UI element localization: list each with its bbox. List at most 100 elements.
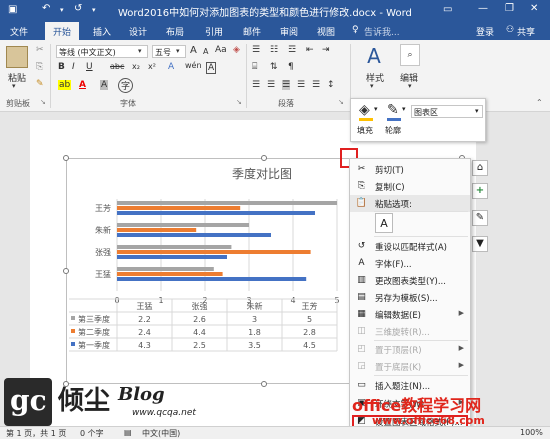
chinese-layout-icon[interactable]: ⌸ <box>252 62 257 72</box>
font-color-button[interactable]: A <box>79 80 86 90</box>
bullets-icon[interactable]: ☰ <box>252 45 260 55</box>
paste-option-keep-text[interactable]: A <box>350 212 470 236</box>
ribbon-display-icon[interactable]: ▭ <box>443 4 452 15</box>
collapse-ribbon-icon[interactable]: ⌃ <box>536 98 543 107</box>
undo-icon[interactable]: ↶ <box>42 3 50 14</box>
paragraph-launcher-icon[interactable]: ↘ <box>338 98 344 106</box>
login-link[interactable]: 登录 <box>476 25 494 38</box>
word-count[interactable]: 0 个字 <box>80 428 104 439</box>
strikethrough-button[interactable]: abc <box>110 62 124 71</box>
paste-keep-text-icon[interactable]: A <box>375 213 393 233</box>
increase-indent-icon[interactable]: ⇥ <box>322 45 330 55</box>
format-painter-icon[interactable]: ✎ <box>36 79 44 89</box>
edit-dropdown-icon[interactable]: ▾ <box>408 82 412 90</box>
close-button[interactable]: ✕ <box>530 3 538 14</box>
fill-dropdown-icon[interactable]: ▾ <box>374 105 378 113</box>
superscript-button[interactable]: x² <box>148 62 156 71</box>
tab-review[interactable]: 审阅 <box>280 25 298 38</box>
resize-handle[interactable] <box>63 155 69 161</box>
enclose-char-button[interactable]: 字 <box>118 78 134 93</box>
undo-dropdown-icon[interactable]: ▾ <box>60 6 64 14</box>
context-menu-item[interactable]: ↺ 重设以匹配样式(A) <box>350 238 470 255</box>
context-menu-item: ◫ 三维旋转(R)... <box>350 323 470 340</box>
italic-button[interactable]: I <box>72 62 75 72</box>
context-menu-item[interactable]: A 字体(F)... <box>350 255 470 272</box>
font-name-select[interactable]: 等线 (中文正文) <box>56 45 148 58</box>
grow-font-button[interactable]: A <box>190 45 197 56</box>
change-case-button[interactable]: Aa <box>215 45 227 55</box>
align-left-icon[interactable]: ☰ <box>252 80 260 90</box>
outline-icon[interactable]: ✎ <box>387 102 399 118</box>
bold-button[interactable]: B <box>58 62 65 72</box>
copy-icon[interactable]: ⎘ <box>36 62 43 72</box>
char-shading-button[interactable]: A <box>100 80 109 90</box>
redo-icon[interactable]: ↺ <box>74 3 82 14</box>
styles-dropdown-icon[interactable]: ▾ <box>370 82 374 90</box>
restore-button[interactable]: ❐ <box>505 3 514 14</box>
chart-styles-icon[interactable]: ✎ <box>472 210 488 226</box>
outline-dropdown-icon[interactable]: ▾ <box>402 105 406 113</box>
resize-handle[interactable] <box>261 155 267 161</box>
underline-button[interactable]: U <box>86 62 93 72</box>
zoom-level[interactable]: 100% <box>520 428 543 437</box>
context-menu-item[interactable]: 📋 粘贴选项: <box>350 195 470 212</box>
lightbulb-icon: ♀ <box>352 25 359 35</box>
paste-button[interactable]: 粘贴 <box>8 71 26 84</box>
cut-icon[interactable]: ✂ <box>36 45 44 55</box>
align-right-icon[interactable]: ☰ <box>297 80 305 90</box>
resize-handle[interactable] <box>63 268 69 274</box>
shrink-font-button[interactable]: A <box>203 47 208 56</box>
language[interactable]: 中文(中国) <box>142 428 180 439</box>
styles-button[interactable]: 样式 <box>366 71 384 84</box>
font-name-dropdown-icon[interactable]: ▾ <box>138 47 142 55</box>
context-menu-item[interactable]: ▤ 另存为模板(S)... <box>350 289 470 306</box>
fill-icon[interactable]: ◈ <box>359 102 370 118</box>
chart-element-dropdown-icon[interactable]: ▾ <box>475 107 479 115</box>
distributed-icon[interactable]: ☰ <box>312 80 320 90</box>
tab-view[interactable]: 视图 <box>317 25 335 38</box>
clear-format-icon[interactable]: ◈ <box>233 45 240 55</box>
qat-customize-icon[interactable]: ▾ <box>92 6 96 14</box>
text-effect-button[interactable]: A <box>168 62 174 72</box>
decrease-indent-icon[interactable]: ⇤ <box>306 45 314 55</box>
layout-options-icon[interactable]: ⌂ <box>472 160 488 176</box>
tab-references[interactable]: 引用 <box>205 25 223 38</box>
justify-icon[interactable]: ☰ <box>282 80 291 90</box>
align-center-icon[interactable]: ☰ <box>267 80 275 90</box>
resize-handle[interactable] <box>261 381 267 387</box>
page-count[interactable]: 第 1 页，共 1 页 <box>6 428 66 439</box>
save-icon[interactable]: ▣ <box>8 4 17 15</box>
proofing-icon[interactable]: ▤ <box>124 428 132 437</box>
numbering-icon[interactable]: ☷ <box>270 45 278 55</box>
chart-elements-icon[interactable]: + <box>472 183 488 199</box>
tab-file[interactable]: 文件 <box>10 25 28 38</box>
context-menu-item[interactable]: ▦ 编辑数据(E) ▶ <box>350 306 470 323</box>
highlight-button[interactable]: ab <box>58 80 72 90</box>
paste-dropdown-icon[interactable]: ▾ <box>12 82 16 90</box>
context-menu-item[interactable]: ▥ 更改图表类型(Y)... <box>350 272 470 289</box>
multilevel-list-icon[interactable]: ☲ <box>288 45 296 55</box>
char-border-button[interactable]: A <box>206 62 217 74</box>
context-menu-item[interactable]: ✂ 剪切(T) <box>350 161 470 178</box>
show-marks-icon[interactable]: ¶ <box>288 62 294 72</box>
clipboard-icon <box>6 46 28 68</box>
tab-design[interactable]: 设计 <box>129 25 147 38</box>
chart-filters-icon[interactable]: ▼ <box>472 236 488 252</box>
font-size-dropdown-icon[interactable]: ▾ <box>176 47 180 55</box>
context-menu-item[interactable]: ⎘ 复制(C) <box>350 178 470 195</box>
font-launcher-icon[interactable]: ↘ <box>236 98 242 106</box>
tab-mailings[interactable]: 邮件 <box>243 25 261 38</box>
clipboard-launcher-icon[interactable]: ↘ <box>40 98 46 106</box>
share-button[interactable]: 共享 <box>517 25 535 38</box>
font-size-select[interactable]: 五号 <box>152 45 186 58</box>
minimize-button[interactable]: — <box>478 3 488 14</box>
subscript-button[interactable]: x₂ <box>132 62 140 71</box>
sort-icon[interactable]: ⇅ <box>270 62 278 72</box>
tell-me-box[interactable]: 告诉我... <box>364 25 400 38</box>
chart-element-select[interactable]: 图表区 <box>411 105 483 118</box>
phonetic-button[interactable]: wén <box>185 61 202 70</box>
line-spacing-icon[interactable]: ↕ <box>327 80 335 90</box>
tab-insert[interactable]: 插入 <box>93 25 111 38</box>
tab-home[interactable]: 开始 <box>45 22 80 40</box>
tab-layout[interactable]: 布局 <box>166 25 184 38</box>
